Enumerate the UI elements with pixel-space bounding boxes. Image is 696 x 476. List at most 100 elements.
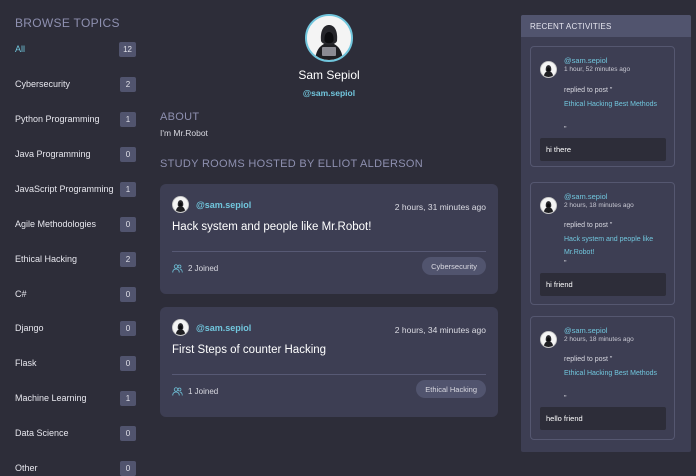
- recent-activities-panel: RECENT ACTIVITIES @sam.sepiol 1 hour, 52…: [521, 15, 691, 452]
- topic-label: Java Programming: [15, 149, 91, 159]
- users-icon: [172, 387, 183, 396]
- recent-activities-heading: RECENT ACTIVITIES: [521, 15, 691, 37]
- room-timestamp: 2 hours, 34 minutes ago: [394, 325, 486, 335]
- topic-django[interactable]: Django 0: [15, 319, 136, 337]
- study-rooms-heading: STUDY ROOMS HOSTED BY ELLIOT ALDERSON: [160, 158, 423, 170]
- activity-avatar: [540, 331, 557, 348]
- room-participants: 2 Joined: [172, 264, 218, 273]
- browse-topics-heading: BROWSE TOPICS: [15, 16, 120, 30]
- activity-message: hello friend: [540, 407, 666, 430]
- host-avatar: [172, 319, 189, 336]
- topic-count: 1: [120, 181, 136, 197]
- topic-label: C#: [15, 289, 27, 299]
- topic-label: Ethical Hacking: [15, 254, 78, 264]
- profile-name: Sam Sepiol: [298, 68, 360, 82]
- activity-card: @sam.sepiol 1 hour, 52 minutes ago repli…: [530, 46, 675, 167]
- topic-data-science[interactable]: Data Science 0: [15, 424, 136, 442]
- topic-label: Python Programming: [15, 114, 100, 124]
- profile-handle[interactable]: @sam.sepiol: [285, 88, 373, 98]
- host-avatar: [172, 196, 189, 213]
- activity-description: replied to post ": [564, 356, 613, 363]
- topic-cybersecurity[interactable]: Cybersecurity 2: [15, 75, 136, 93]
- activity-description: replied to post ": [564, 222, 613, 229]
- topic-all[interactable]: All 12: [15, 40, 136, 58]
- activity-card: @sam.sepiol 2 hours, 18 minutes ago repl…: [530, 182, 675, 305]
- topic-label: All: [15, 44, 26, 54]
- activity-post-link[interactable]: Ethical Hacking Best Methods: [564, 368, 664, 381]
- topic-python-programming[interactable]: Python Programming 1: [15, 110, 136, 128]
- topic-count: 0: [120, 320, 136, 336]
- activity-handle: @sam.sepiol: [564, 56, 608, 65]
- topic-label: Other: [15, 463, 38, 473]
- about-text: I'm Mr.Robot: [160, 128, 208, 138]
- activity-message: hi friend: [540, 273, 666, 296]
- topic-count: 1: [120, 390, 136, 406]
- activity-quote-mark: ": [564, 126, 567, 133]
- topic-label: Agile Methodologies: [15, 219, 97, 229]
- hooded-hacker-icon: [173, 320, 188, 335]
- hooded-hacker-icon: [541, 62, 556, 77]
- hooded-hacker-icon: [173, 197, 188, 212]
- activity-handle: @sam.sepiol: [564, 192, 608, 201]
- host-handle: @sam.sepiol: [196, 199, 252, 210]
- topic-count: 0: [120, 146, 136, 162]
- joined-count: 1 Joined: [188, 387, 219, 396]
- topic-label: Django: [15, 323, 44, 333]
- divider: [172, 374, 486, 375]
- topic-machine-learning[interactable]: Machine Learning 1: [15, 389, 136, 407]
- activity-handle: @sam.sepiol: [564, 326, 608, 335]
- room-timestamp: 2 hours, 31 minutes ago: [394, 202, 486, 212]
- room-topic-tag[interactable]: Cybersecurity: [422, 257, 486, 275]
- activity-timestamp: 2 hours, 18 minutes ago: [564, 202, 634, 209]
- topic-ethical-hacking[interactable]: Ethical Hacking 2: [15, 250, 136, 268]
- activity-card: @sam.sepiol 2 hours, 18 minutes ago repl…: [530, 316, 675, 440]
- profile-avatar: [305, 14, 353, 62]
- topic-label: Data Science: [15, 428, 69, 438]
- users-icon: [172, 264, 183, 273]
- room-host[interactable]: @sam.sepiol: [172, 319, 251, 336]
- profile-header: Sam Sepiol @sam.sepiol: [285, 14, 373, 98]
- activity-quote-mark: ": [564, 395, 567, 402]
- topic-count: 12: [119, 41, 136, 57]
- topic-java-programming[interactable]: Java Programming 0: [15, 145, 136, 163]
- room-card: @sam.sepiol 2 hours, 31 minutes ago Hack…: [160, 184, 498, 294]
- topic-flask[interactable]: Flask 0: [15, 354, 136, 372]
- activity-description: replied to post ": [564, 87, 613, 94]
- topic-javascript-programming[interactable]: JavaScript Programming 1: [15, 180, 136, 198]
- activity-post-link[interactable]: Ethical Hacking Best Methods: [564, 99, 664, 112]
- room-title[interactable]: Hack system and people like Mr.Robot!: [172, 221, 371, 233]
- hooded-hacker-icon: [541, 198, 556, 213]
- divider: [172, 251, 486, 252]
- topic-csharp[interactable]: C# 0: [15, 285, 136, 303]
- room-card: @sam.sepiol 2 hours, 34 minutes ago Firs…: [160, 307, 498, 417]
- topic-count: 2: [120, 76, 136, 92]
- topic-label: Machine Learning: [15, 393, 87, 403]
- activity-avatar: [540, 197, 557, 214]
- topic-agile-methodologies[interactable]: Agile Methodologies 0: [15, 215, 136, 233]
- room-participants: 1 Joined: [172, 387, 218, 396]
- activity-message: hi there: [540, 138, 666, 161]
- topic-label: Flask: [15, 358, 37, 368]
- topic-count: 0: [120, 216, 136, 232]
- topic-other[interactable]: Other 0: [15, 459, 136, 476]
- activity-timestamp: 2 hours, 18 minutes ago: [564, 336, 634, 343]
- room-host[interactable]: @sam.sepiol: [172, 196, 251, 213]
- activity-quote-mark: ": [564, 260, 567, 267]
- activity-post-link[interactable]: Hack system and people like Mr.Robot!: [564, 234, 664, 259]
- hooded-hacker-icon: [307, 16, 351, 60]
- activity-timestamp: 1 hour, 52 minutes ago: [564, 66, 631, 73]
- room-title[interactable]: First Steps of counter Hacking: [172, 344, 326, 356]
- topic-count: 2: [120, 251, 136, 267]
- room-topic-tag[interactable]: Ethical Hacking: [416, 380, 486, 398]
- topic-count: 1: [120, 111, 136, 127]
- topic-count: 0: [120, 286, 136, 302]
- topic-count: 0: [120, 425, 136, 441]
- joined-count: 2 Joined: [188, 264, 219, 273]
- topic-label: Cybersecurity: [15, 79, 71, 89]
- browse-topics-sidebar: BROWSE TOPICS All 12 Cybersecurity 2 Pyt…: [0, 0, 150, 476]
- host-handle: @sam.sepiol: [196, 322, 252, 333]
- topic-label: JavaScript Programming: [15, 184, 114, 194]
- topic-count: 0: [120, 355, 136, 371]
- activity-avatar: [540, 61, 557, 78]
- hooded-hacker-icon: [541, 332, 556, 347]
